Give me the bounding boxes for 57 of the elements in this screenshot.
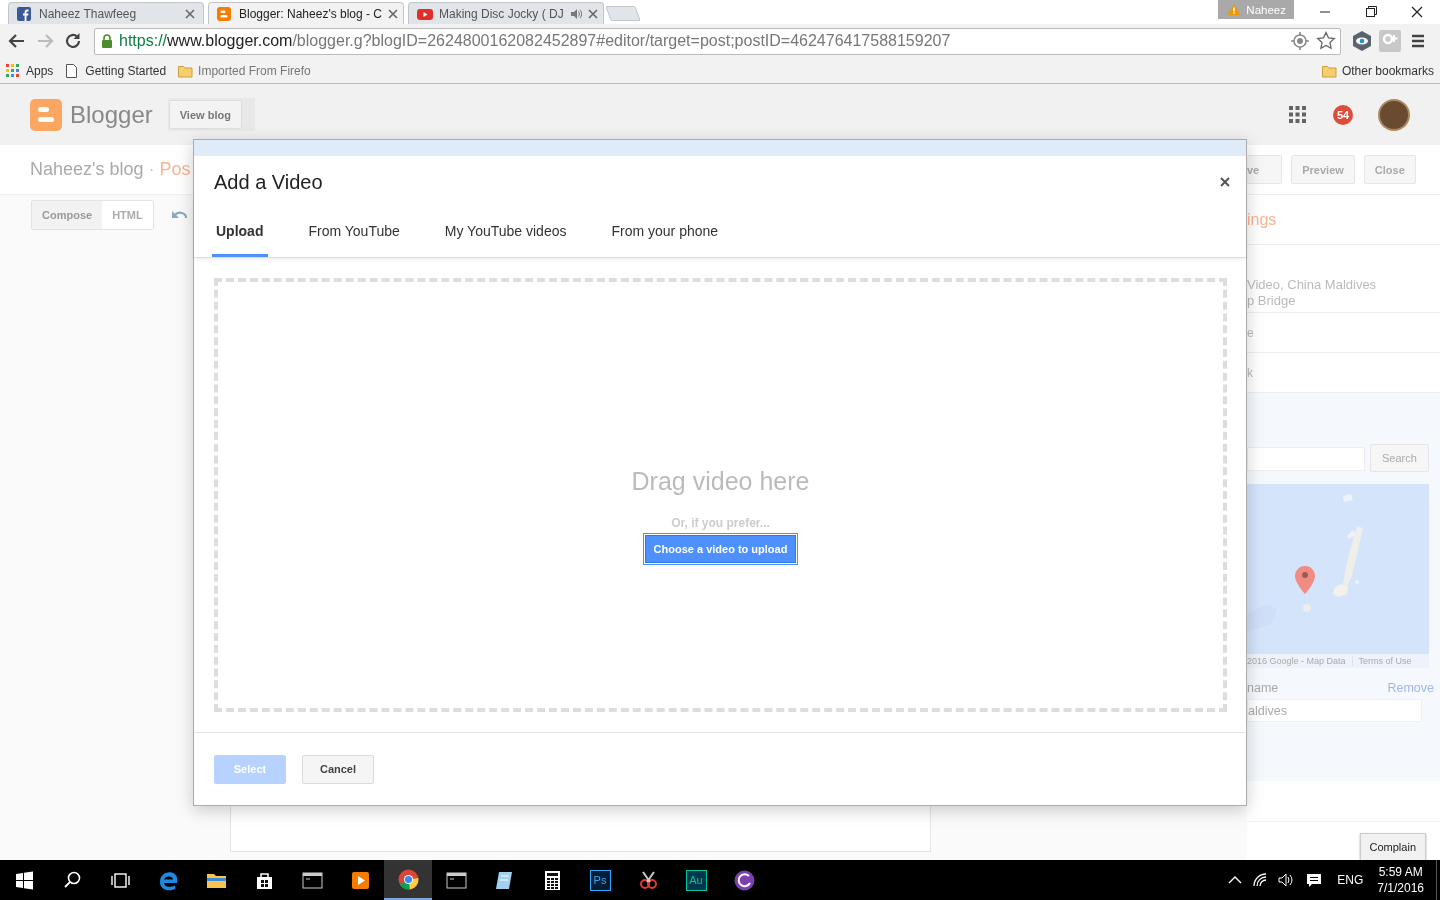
labels-text: p Bridge [1247, 293, 1296, 309]
drop-hint: Drag video here [631, 467, 810, 496]
bookmark[interactable]: Getting Started [65, 63, 167, 78]
dialog-tab[interactable]: Upload [212, 211, 269, 257]
view-blog-button[interactable]: View blog [168, 100, 242, 129]
message-icon[interactable] [1306, 872, 1323, 888]
browser-tab[interactable]: Making Disc Jocky ( DJ [408, 2, 604, 24]
language-indicator[interactable]: ENG [1337, 873, 1364, 887]
clock-time[interactable]: 5:59 AM [1378, 864, 1423, 880]
labels-text: Video, China Maldives [1247, 277, 1377, 293]
browser-tab[interactable]: Blogger: Naheez's blog - C [208, 2, 404, 24]
tab-title: Blogger: Naheez's blog - C [239, 6, 383, 21]
eye-icon[interactable] [1351, 30, 1373, 52]
logo-text: Blogger [70, 100, 153, 129]
map-attribution: 2016 Google - Map Data [1247, 656, 1346, 666]
facebook-icon [17, 6, 33, 21]
upload-button[interactable]: Choose a video to upload [644, 535, 797, 563]
video-play-icon [417, 6, 433, 21]
dialog-tab[interactable]: From your phone [607, 211, 724, 257]
audition-icon[interactable]: Au [685, 869, 707, 891]
dialog-title: Add a Video [214, 170, 323, 194]
close-icon[interactable] [587, 8, 598, 19]
folder-icon [1321, 63, 1337, 78]
warning-icon [1228, 4, 1241, 15]
star-icon[interactable] [1316, 31, 1336, 51]
close-icon[interactable] [1220, 177, 1230, 187]
wifi-icon[interactable] [1252, 873, 1269, 887]
bookmark[interactable]: Apps [6, 63, 54, 78]
close-icon[interactable] [185, 8, 195, 19]
dialog-button[interactable]: Cancel [302, 754, 374, 784]
bookmark[interactable]: Imported From Firefo [178, 63, 311, 78]
photoshop-icon[interactable]: Ps [589, 869, 611, 891]
location-target-icon[interactable] [1290, 31, 1310, 51]
field-label: name [1247, 681, 1279, 695]
notification-badge[interactable]: 54 [1333, 104, 1353, 125]
address-bar[interactable]: https://www.blogger.com/blogger.g?blogID=2624800162082452897#editor/target=post;postID=462476417588159207 [94, 27, 1341, 55]
clock-date[interactable]: 7/1/2016 [1377, 880, 1424, 896]
tab-title: Making Disc Jocky ( DJ [439, 6, 564, 21]
chrome-icon[interactable] [396, 867, 420, 891]
dialog-tab[interactable]: My YouTube videos [440, 211, 572, 257]
close-icon[interactable] [388, 8, 399, 19]
apps-icon [6, 63, 21, 78]
lock-icon [101, 33, 113, 49]
blog-name: Naheez's blog [30, 159, 144, 180]
folder-icon [178, 63, 194, 78]
url-text: https://www.blogger.com/blogger.g?blogID=2624800162082452897#editor/target=post;postID=462476417588159207 [119, 32, 951, 50]
blogger-icon [217, 6, 233, 21]
avatar[interactable] [1378, 98, 1410, 131]
tab-title: Naheez Thawfeeg [39, 6, 138, 21]
dialog-tab[interactable]: From YouTube [304, 211, 405, 257]
browser-tab[interactable]: Naheez Thawfeeg [8, 2, 204, 24]
search-field[interactable] [1247, 447, 1365, 471]
complain-button[interactable]: Complain [1359, 833, 1426, 860]
bookmark-folder[interactable]: Other bookmarks [1321, 63, 1434, 78]
chevron-up-icon[interactable] [1228, 875, 1243, 885]
page-title: · Pos [147, 159, 191, 180]
apps-grid-icon[interactable] [1289, 105, 1307, 124]
